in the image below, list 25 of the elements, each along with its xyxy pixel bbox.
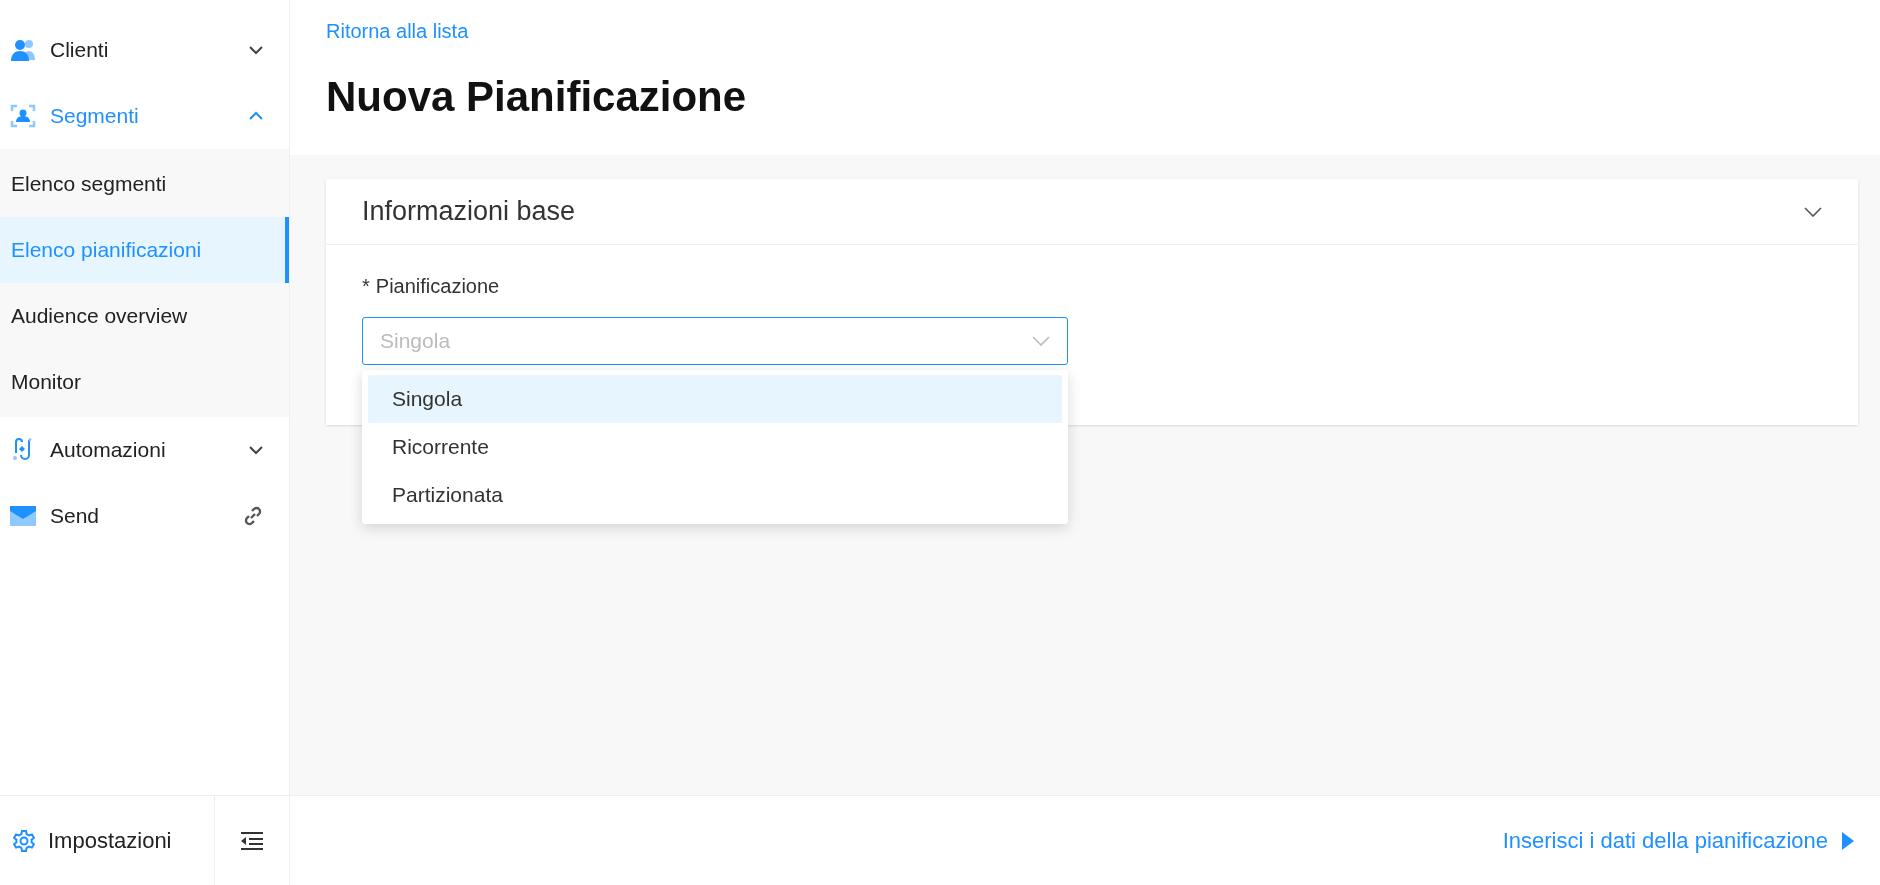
link-icon <box>243 506 263 526</box>
dropdown-option[interactable]: Singola <box>368 375 1062 423</box>
dropdown-option[interactable]: Ricorrente <box>368 423 1062 471</box>
section-title: Informazioni base <box>362 195 576 229</box>
section-header[interactable]: Informazioni base <box>326 179 1858 245</box>
sidebar-item[interactable]: Clienti <box>0 17 289 83</box>
submenu-item[interactable]: Monitor <box>0 349 289 415</box>
collapse-menu-icon <box>241 830 263 851</box>
users-icon <box>10 38 36 62</box>
field-label: Pianificazione <box>375 274 500 299</box>
chevron-icon <box>249 45 263 55</box>
dropdown-option[interactable]: Partizionata <box>368 471 1062 519</box>
segment-icon <box>10 104 36 128</box>
submenu-item[interactable]: Elenco segmenti <box>0 151 289 217</box>
submenu-item[interactable]: Audience overview <box>0 283 289 349</box>
settings-link[interactable]: Impostazioni <box>48 824 172 857</box>
mail-icon <box>10 505 36 527</box>
chevron-icon <box>249 111 263 121</box>
settings-icon <box>12 828 36 853</box>
chevron-icon <box>249 445 263 455</box>
play-arrow-icon <box>1842 831 1854 850</box>
sidebar-item[interactable]: Automazioni <box>0 417 289 483</box>
sidebar-item[interactable]: Send <box>0 483 289 549</box>
page-title: Nuova Pianificazione <box>326 76 748 118</box>
required-mark: * <box>362 274 370 299</box>
